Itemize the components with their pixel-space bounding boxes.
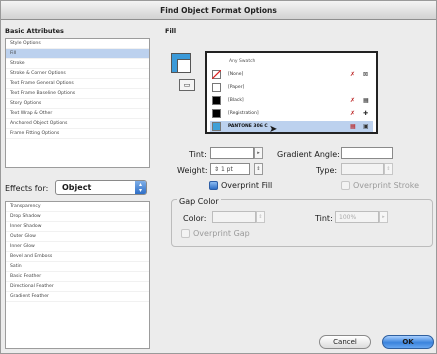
basic-attribute-item[interactable]: Stroke & Corner Options bbox=[6, 69, 149, 79]
swatch-color-chip bbox=[212, 83, 221, 92]
non-editable-icon: ✗ bbox=[350, 71, 356, 78]
color-mode-icon: ▣ bbox=[363, 123, 369, 130]
gap-color-dropdown[interactable] bbox=[212, 211, 256, 223]
basic-attribute-item[interactable]: Style Options bbox=[6, 39, 149, 49]
swatch-name: [Black] bbox=[228, 98, 244, 103]
weight-label: Weight: bbox=[177, 166, 208, 175]
swatch-name: [Paper] bbox=[228, 85, 245, 90]
overprint-stroke-label: Overprint Stroke bbox=[353, 181, 420, 190]
basic-attribute-item[interactable]: Text Frame General Options bbox=[6, 79, 149, 89]
swatch-name: [Registration] bbox=[228, 111, 259, 116]
formatting-affects-icon[interactable]: ▭ bbox=[179, 79, 195, 91]
color-mode-icon: ⊠ bbox=[363, 71, 369, 78]
weight-stepper-icon[interactable]: ⇕ bbox=[214, 166, 219, 173]
effect-item[interactable]: Inner Shadow bbox=[6, 222, 149, 232]
basic-attribute-item[interactable]: Anchored Object Options bbox=[6, 119, 149, 129]
basic-attribute-item[interactable]: Frame Fitting Options bbox=[6, 129, 149, 139]
basic-attributes-heading: Basic Attributes bbox=[5, 27, 64, 35]
color-mode-icon: ▦ bbox=[363, 97, 369, 104]
effect-item[interactable]: Bevel and Emboss bbox=[6, 252, 149, 262]
tint-arrow-icon[interactable]: ▸ bbox=[254, 147, 263, 159]
effect-item[interactable]: Drop Shadow bbox=[6, 212, 149, 222]
gap-color-heading: Gap Color bbox=[177, 196, 221, 207]
fill-swatch-preview bbox=[171, 53, 193, 75]
gap-tint-arrow-icon[interactable]: ▸ bbox=[379, 211, 388, 223]
swatch-row[interactable]: [Black] ✗ ▦ bbox=[210, 95, 373, 106]
basic-attribute-item[interactable]: Stroke bbox=[6, 59, 149, 69]
basic-attribute-item[interactable]: Text Frame Baseline Options bbox=[6, 89, 149, 99]
type-dropdown-icon[interactable]: ⇕ bbox=[384, 163, 393, 175]
swatch-row[interactable]: PANTONE 306 C ▦ ▣ bbox=[210, 121, 373, 132]
fill-heading: Fill bbox=[165, 27, 177, 35]
weight-field[interactable]: ⇕ 1 pt bbox=[210, 163, 250, 175]
effects-for-dropdown[interactable]: Object ▴ ▾ bbox=[55, 180, 147, 195]
effect-item[interactable]: Satin bbox=[6, 262, 149, 272]
swatch-row[interactable]: [Registration] ✗ ✚ bbox=[210, 108, 373, 119]
mouse-cursor-icon: ➤ bbox=[269, 124, 278, 135]
swatch-color-chip bbox=[212, 70, 221, 79]
weight-dropdown-icon[interactable]: ⇕ bbox=[254, 163, 263, 175]
gap-color-label: Color: bbox=[183, 214, 207, 223]
gap-tint-field[interactable]: 100% bbox=[335, 211, 379, 223]
color-mode-icon: ✚ bbox=[363, 110, 369, 117]
weight-value: 1 pt bbox=[220, 166, 233, 173]
effect-item[interactable]: Inner Glow bbox=[6, 242, 149, 252]
overprint-gap-label: Overprint Gap bbox=[193, 229, 250, 238]
chevron-updown-icon: ▴ ▾ bbox=[135, 181, 146, 194]
basic-attribute-item[interactable]: Story Options bbox=[6, 99, 149, 109]
type-label: Type: bbox=[316, 166, 338, 175]
effect-item[interactable]: Basic Feather bbox=[6, 272, 149, 282]
non-editable-icon: ✗ bbox=[350, 97, 356, 104]
effects-list[interactable]: Transparency Drop Shadow Inner Shadow Outer… bbox=[5, 201, 150, 349]
gap-tint-label: Tint: bbox=[315, 214, 333, 223]
effect-item[interactable]: Directional Feather bbox=[6, 282, 149, 292]
basic-attributes-list[interactable]: Style Options Fill Stroke Stroke & Corner O… bbox=[5, 38, 150, 168]
effect-item[interactable]: Transparency bbox=[6, 202, 149, 212]
overprint-gap-checkbox[interactable] bbox=[181, 229, 190, 238]
find-object-format-dialog: Find Object Format Options Basic Attribu… bbox=[0, 0, 437, 354]
gradient-angle-label: Gradient Angle: bbox=[277, 150, 340, 159]
swatch-color-chip bbox=[212, 109, 221, 118]
basic-attribute-item[interactable]: Fill bbox=[6, 49, 149, 59]
swatch-row[interactable]: [Paper] bbox=[210, 82, 373, 93]
swatch-row[interactable]: [None] ✗ ⊠ bbox=[210, 69, 373, 80]
window-title: Find Object Format Options bbox=[1, 1, 436, 20]
swatch-name: [None] bbox=[228, 72, 244, 77]
gradient-angle-field[interactable] bbox=[341, 147, 393, 159]
any-swatch-label: Any Swatch bbox=[229, 59, 256, 64]
overprint-fill-checkbox[interactable] bbox=[209, 181, 218, 190]
effect-item[interactable]: Gradient Feather bbox=[6, 292, 149, 302]
swatch-name: PANTONE 306 C bbox=[228, 124, 268, 129]
ok-button[interactable]: OK bbox=[382, 335, 434, 349]
gap-color-dropdown-icon[interactable]: ⇕ bbox=[256, 211, 265, 223]
overprint-stroke-checkbox[interactable] bbox=[341, 181, 350, 190]
effects-for-label: Effects for: bbox=[5, 184, 49, 193]
tint-label: Tint: bbox=[189, 150, 207, 159]
basic-attribute-item[interactable]: Text Wrap & Other bbox=[6, 109, 149, 119]
tint-field[interactable] bbox=[210, 147, 254, 159]
swatch-color-chip bbox=[212, 122, 221, 131]
overprint-fill-label: Overprint Fill bbox=[221, 181, 273, 190]
swatch-list[interactable]: Any Swatch [None] ✗ ⊠ [Paper] [Black] ✗ ▦ [Regi… bbox=[205, 51, 378, 134]
type-dropdown[interactable] bbox=[341, 163, 384, 175]
swatch-color-chip bbox=[212, 96, 221, 105]
cancel-button[interactable]: Cancel bbox=[319, 335, 371, 349]
non-editable-icon: ▦ bbox=[350, 123, 356, 130]
effect-item[interactable]: Outer Glow bbox=[6, 232, 149, 242]
effects-for-value: Object bbox=[62, 183, 92, 192]
non-editable-icon: ✗ bbox=[350, 110, 356, 117]
